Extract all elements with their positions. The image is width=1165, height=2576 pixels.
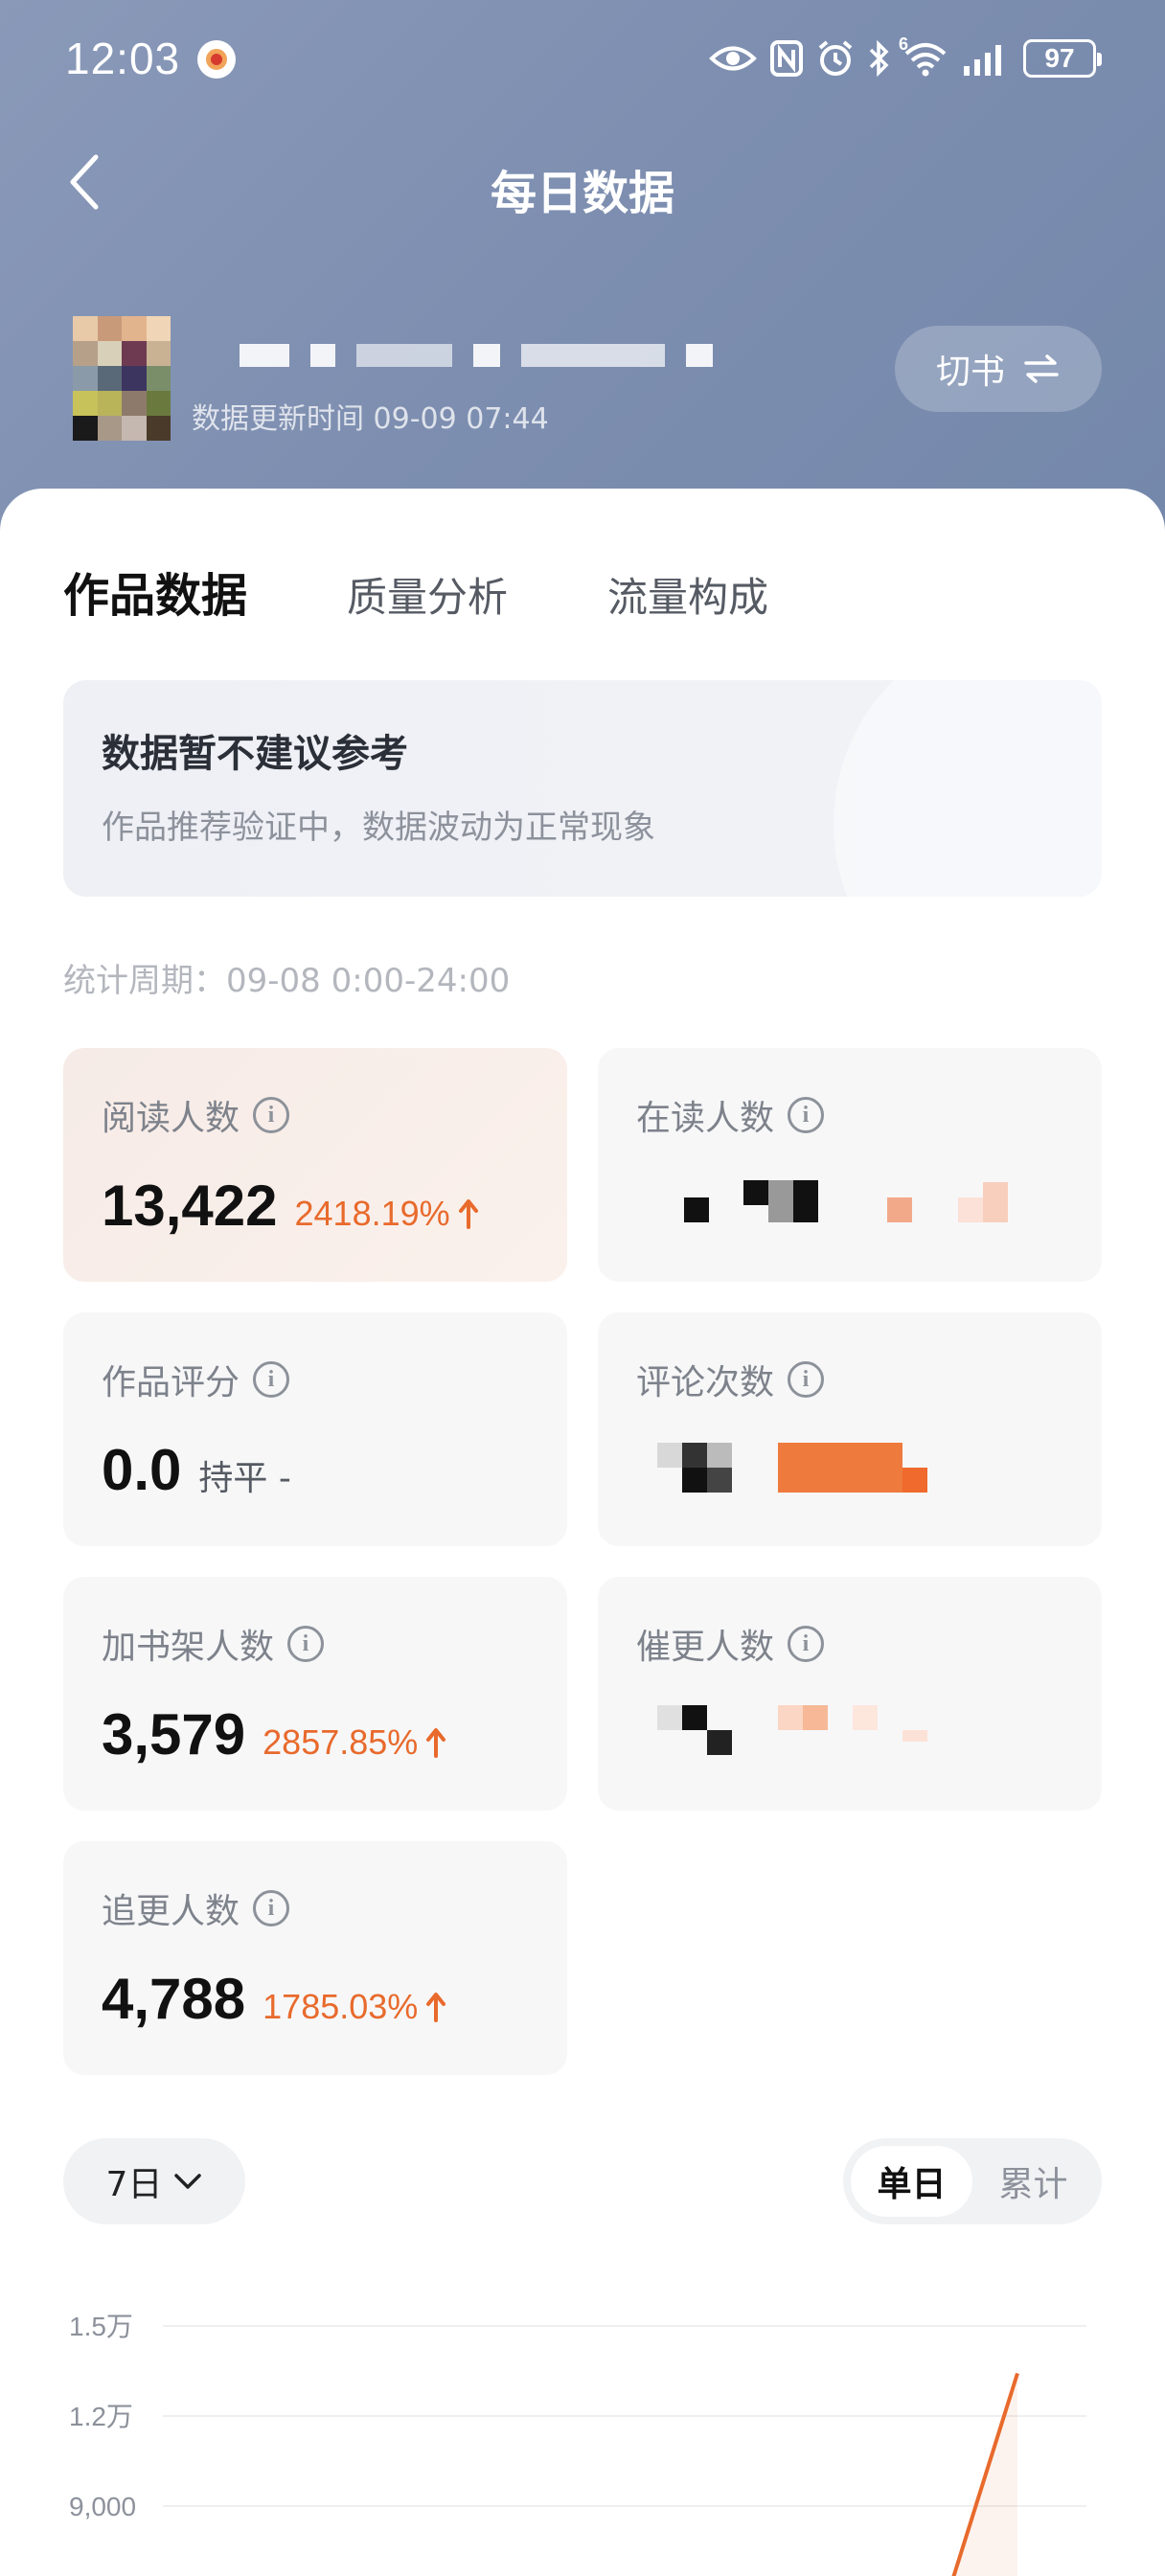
notice-banner: 数据暂不建议参考 作品推荐验证中，数据波动为正常现象 bbox=[63, 680, 1102, 897]
info-icon[interactable]: i bbox=[788, 1361, 825, 1398]
metric-card-followers[interactable]: 追更人数 i 4,788 1785.03% bbox=[63, 1841, 567, 2075]
nav-bar: 每日数据 bbox=[0, 134, 1165, 230]
redacted-value bbox=[655, 1180, 1008, 1240]
range-label: 7日 bbox=[105, 2165, 163, 2204]
switch-book-button[interactable]: 切书 bbox=[895, 326, 1102, 412]
signal-icon bbox=[962, 41, 1010, 76]
metric-change: 2857.85% bbox=[263, 1722, 446, 1763]
chevron-down-icon bbox=[174, 2174, 202, 2189]
metric-value: 4,788 bbox=[102, 1967, 246, 2031]
bluetooth-icon bbox=[868, 40, 889, 77]
wifi-icon: 6 bbox=[899, 34, 948, 77]
info-icon[interactable]: i bbox=[253, 1890, 290, 1926]
redacted-value bbox=[655, 1443, 1000, 1504]
segment-cumulative[interactable]: 累计 bbox=[972, 2146, 1094, 2217]
metric-label: 追更人数 i bbox=[102, 1883, 290, 1933]
metric-value: 3,579 bbox=[102, 1702, 246, 1767]
battery-level: 97 bbox=[1044, 43, 1075, 73]
metric-value: 0.0 bbox=[102, 1438, 182, 1502]
info-icon[interactable]: i bbox=[287, 1626, 325, 1662]
metric-label: 评论次数 i bbox=[636, 1355, 825, 1404]
metric-label: 加书架人数 i bbox=[102, 1619, 325, 1669]
metric-card-rating[interactable]: 作品评分 i 0.0 持平 - bbox=[63, 1312, 567, 1546]
info-icon[interactable]: i bbox=[253, 1097, 290, 1133]
nfc-icon bbox=[770, 40, 803, 77]
info-icon[interactable]: i bbox=[253, 1361, 290, 1398]
metric-label: 催更人数 i bbox=[636, 1619, 825, 1669]
battery-indicator: 97 bbox=[1023, 39, 1102, 78]
book-cover[interactable] bbox=[73, 316, 171, 441]
data-update-time: 数据更新时间 09-09 07:44 bbox=[192, 402, 549, 436]
y-tick-label: 1.2万 bbox=[69, 2402, 133, 2431]
view-mode-toggle: 单日 累计 bbox=[843, 2138, 1102, 2224]
metric-change: 1785.03% bbox=[263, 1987, 446, 2027]
tab-quality-analysis[interactable]: 质量分析 bbox=[347, 565, 508, 624]
segment-single-day[interactable]: 单日 bbox=[851, 2146, 972, 2217]
tab-work-data[interactable]: 作品数据 bbox=[63, 558, 247, 625]
page-title: 每日数据 bbox=[490, 167, 674, 220]
book-title-redacted bbox=[240, 341, 814, 370]
switch-book-label: 切书 bbox=[935, 353, 1005, 392]
book-info: 数据更新时间 09-09 07:44 切书 bbox=[0, 307, 1165, 450]
notice-title: 数据暂不建议参考 bbox=[102, 732, 408, 776]
eye-icon bbox=[709, 42, 757, 75]
tab-traffic-composition[interactable]: 流量构成 bbox=[607, 565, 768, 624]
weibo-notification-icon bbox=[197, 40, 236, 79]
metric-card-readers[interactable]: 阅读人数 i 13,422 2418.19% bbox=[63, 1048, 567, 1282]
tab-bar: 作品数据 质量分析 流量构成 bbox=[63, 558, 768, 625]
metric-card-comments[interactable]: 评论次数 i bbox=[598, 1312, 1102, 1546]
y-tick-label: 9,000 bbox=[69, 2492, 136, 2521]
y-tick-label: 1.5万 bbox=[69, 2312, 133, 2341]
metric-label: 在读人数 i bbox=[636, 1090, 825, 1140]
metric-card-bookshelf[interactable]: 加书架人数 i 3,579 2857.85% bbox=[63, 1577, 567, 1811]
arrow-up-icon bbox=[426, 1728, 446, 1758]
metric-card-reading-now[interactable]: 在读人数 i bbox=[598, 1048, 1102, 1282]
info-icon[interactable]: i bbox=[788, 1097, 825, 1133]
metric-card-urge-update[interactable]: 催更人数 i bbox=[598, 1577, 1102, 1811]
redacted-value bbox=[655, 1705, 1000, 1768]
content-sheet: 作品数据 质量分析 流量构成 数据暂不建议参考 作品推荐验证中，数据波动为正常现… bbox=[0, 489, 1165, 2576]
arrow-up-icon bbox=[426, 1993, 446, 2022]
metric-value: 13,422 bbox=[102, 1174, 278, 1238]
metric-label: 作品评分 i bbox=[102, 1355, 290, 1404]
status-time: 12:03 bbox=[65, 34, 181, 83]
network-badge: 6 bbox=[899, 34, 909, 54]
metric-change: 持平 - bbox=[198, 1459, 291, 1498]
range-dropdown[interactable]: 7日 bbox=[63, 2138, 245, 2224]
status-bar: 12:03 6 97 bbox=[0, 0, 1165, 115]
info-icon[interactable]: i bbox=[788, 1626, 825, 1662]
metric-label: 阅读人数 i bbox=[102, 1090, 290, 1140]
notice-description: 作品推荐验证中，数据波动为正常现象 bbox=[102, 809, 655, 847]
alarm-icon bbox=[816, 39, 855, 78]
metric-change: 2418.19% bbox=[295, 1194, 479, 1234]
arrow-up-icon bbox=[458, 1199, 478, 1229]
trend-chart: 1.5万1.2万9,0006,000 bbox=[69, 2312, 1086, 2576]
swap-icon bbox=[1024, 354, 1059, 383]
stat-period: 统计周期：09-08 0:00-24:00 bbox=[63, 962, 511, 1000]
status-icons: 6 97 bbox=[709, 34, 1102, 82]
